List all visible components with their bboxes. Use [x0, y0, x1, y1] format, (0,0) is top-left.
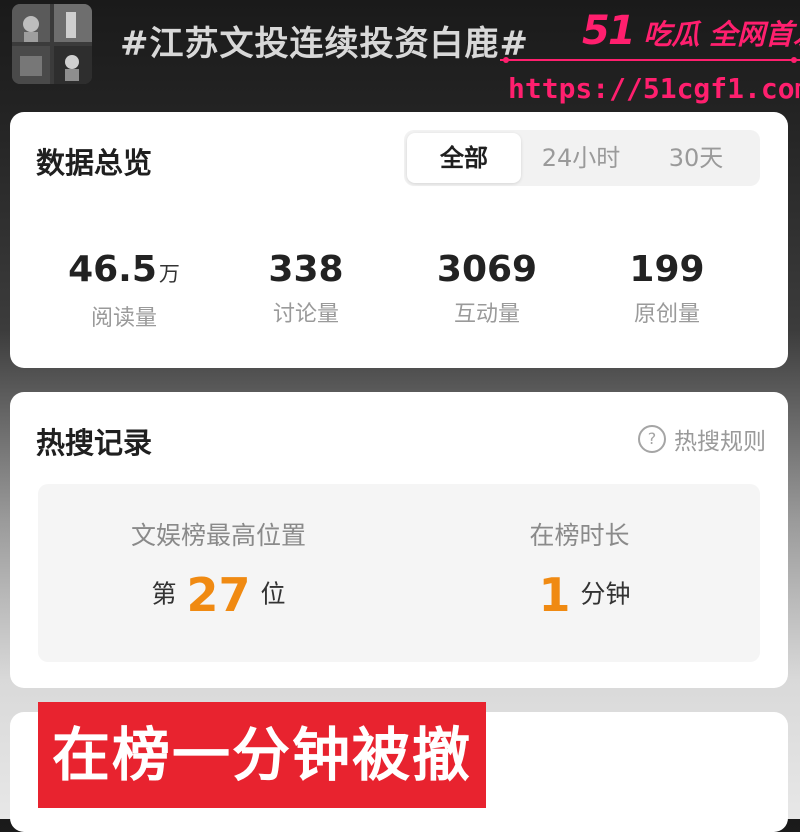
duration-value-row: 1 分钟	[399, 566, 760, 623]
rank-label: 文娱榜最高位置	[130, 521, 306, 550]
stat-reads-value-row: 46.5万	[34, 248, 214, 296]
tab-all[interactable]: 全部	[407, 133, 521, 183]
duration-value: 1	[538, 567, 571, 622]
duration-label: 在榜时长	[529, 521, 630, 550]
tab-30d[interactable]: 30天	[640, 130, 752, 186]
watermark-brand-number: 51	[582, 8, 636, 54]
topic-header: #江苏文投连续投资白鹿# 51 吃瓜 全网首发 https://51cgf1.c…	[0, 0, 800, 110]
watermark-brand-text: 吃瓜 全网首发	[643, 18, 800, 51]
stat-original-value: 199	[629, 249, 705, 290]
stat-reads-unit: 万	[158, 262, 180, 286]
watermark-underline	[500, 57, 800, 63]
caption-banner: 在榜一分钟被撤	[38, 702, 487, 808]
stat-original: 199 原创量	[577, 248, 757, 328]
duration-suffix: 分钟	[580, 579, 631, 609]
stat-reads: 46.5万 阅读量	[34, 248, 214, 332]
stat-discussions: 338 讨论量	[216, 248, 396, 328]
topic-title: #江苏文投连续投资白鹿#	[120, 24, 529, 64]
stat-reads-value: 46.5	[68, 249, 157, 290]
hot-search-rules-link[interactable]: ? 热搜规则	[638, 422, 766, 456]
stat-interactions-value: 3069	[436, 249, 538, 290]
rank-value: 27	[186, 567, 251, 622]
overview-title: 数据总览	[36, 146, 153, 180]
stat-discussions-label: 讨论量	[272, 302, 339, 327]
stat-original-label: 原创量	[633, 302, 700, 327]
hot-search-card: 热搜记录 ? 热搜规则 文娱榜最高位置 第 27 位 在榜时长 1 分钟	[10, 392, 788, 688]
duration-record: 在榜时长 1 分钟	[399, 516, 760, 623]
watermark-url: https://51cgf1.com	[508, 72, 800, 105]
topic-thumbnail[interactable]	[12, 4, 92, 84]
tab-24h[interactable]: 24小时	[522, 130, 640, 186]
time-range-tabs: 全部 24小时 30天	[404, 130, 760, 186]
hot-search-record-panel: 文娱榜最高位置 第 27 位 在榜时长 1 分钟	[38, 484, 760, 662]
hot-search-title: 热搜记录	[36, 426, 153, 460]
question-circle-icon: ?	[638, 425, 666, 453]
stat-interactions-label: 互动量	[453, 302, 520, 327]
thumbnail-image	[12, 4, 92, 84]
watermark-brand: 51 吃瓜 全网首发	[582, 8, 800, 54]
data-overview-card: 数据总览 全部 24小时 30天 46.5万 阅读量 338 讨论量 3069 …	[10, 112, 788, 368]
rank-record: 文娱榜最高位置 第 27 位	[38, 516, 399, 623]
rank-suffix: 位	[260, 579, 286, 609]
stat-discussions-value: 338	[268, 249, 344, 290]
rank-value-row: 第 27 位	[38, 566, 399, 623]
stat-interactions: 3069 互动量	[397, 248, 577, 328]
stat-reads-label: 阅读量	[90, 306, 157, 331]
rank-prefix: 第	[151, 579, 177, 609]
hot-search-rules-label: 热搜规则	[674, 429, 766, 455]
